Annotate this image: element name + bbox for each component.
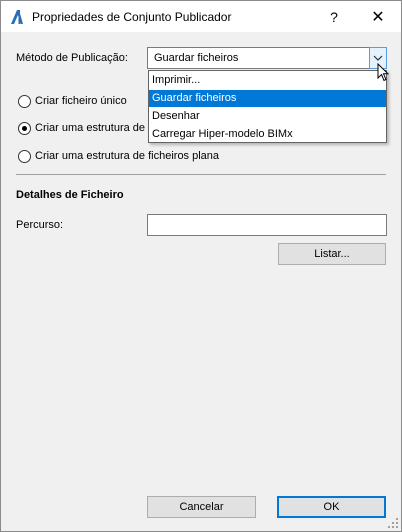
path-label: Percurso:	[16, 219, 64, 231]
radio-checked-dot	[22, 126, 27, 131]
separator	[16, 174, 386, 175]
title-bar: Propriedades de Conjunto Publicador ? ✕	[1, 1, 401, 32]
method-selected-value: Guardar ficheiros	[154, 52, 239, 64]
help-button[interactable]: ?	[312, 1, 356, 32]
ok-button[interactable]: OK	[277, 496, 386, 518]
radio-folder-structure[interactable]	[18, 122, 31, 135]
browse-button[interactable]: Listar...	[278, 243, 386, 265]
radio-single-file-label[interactable]: Criar ficheiro único	[35, 95, 127, 107]
resize-grip-icon[interactable]	[387, 517, 399, 529]
close-button[interactable]: ✕	[356, 1, 400, 32]
method-label: Método de Publicação:	[16, 52, 128, 64]
method-select[interactable]: Guardar ficheiros	[147, 47, 387, 69]
chevron-down-icon	[373, 55, 383, 61]
dropdown-option-upload-bimx[interactable]: Carregar Hiper-modelo BIMx	[149, 126, 386, 143]
method-dropdown-list: Imprimir... Guardar ficheiros Desenhar C…	[148, 70, 387, 143]
path-input[interactable]	[147, 214, 387, 236]
radio-single-file[interactable]	[18, 95, 31, 108]
radio-folder-structure-label[interactable]: Criar uma estrutura de	[35, 122, 145, 134]
cancel-button[interactable]: Cancelar	[147, 496, 256, 518]
file-details-heading: Detalhes de Ficheiro	[16, 189, 124, 201]
dropdown-option-save-files[interactable]: Guardar ficheiros	[149, 90, 386, 107]
publisher-set-properties-dialog: Propriedades de Conjunto Publicador ? ✕ …	[0, 0, 402, 532]
radio-flat-structure[interactable]	[18, 150, 31, 163]
dropdown-option-plot[interactable]: Desenhar	[149, 108, 386, 125]
archicad-app-icon	[9, 9, 25, 25]
dropdown-option-print[interactable]: Imprimir...	[149, 72, 386, 89]
window-title: Propriedades de Conjunto Publicador	[32, 10, 232, 24]
radio-flat-structure-label[interactable]: Criar uma estrutura de ficheiros plana	[35, 150, 219, 162]
mouse-pointer-icon	[377, 63, 389, 82]
